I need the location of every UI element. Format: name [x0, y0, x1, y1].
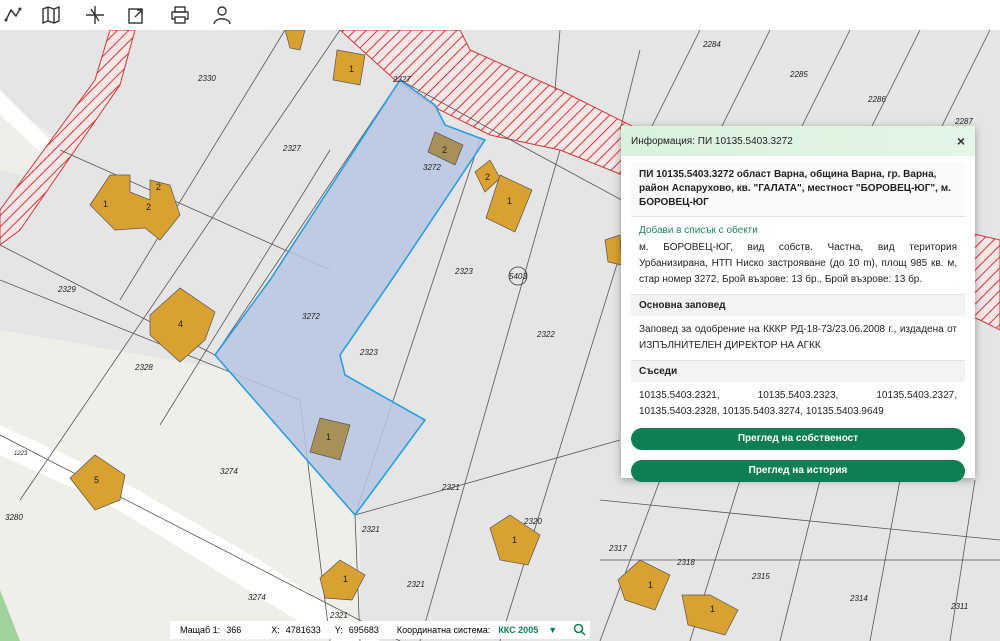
- building-number: 2: [442, 145, 447, 155]
- crs-select[interactable]: ККС 2005: [498, 625, 538, 635]
- toolbar: [0, 0, 1000, 30]
- search-icon[interactable]: [573, 623, 586, 638]
- close-icon[interactable]: ×: [957, 133, 965, 149]
- building-number: 5: [94, 475, 99, 485]
- view-history-button[interactable]: Преглед на история: [631, 460, 965, 482]
- parcel-number: 2314: [849, 594, 868, 603]
- x-label: X:: [271, 625, 280, 635]
- parcel-number: 2321: [441, 483, 460, 492]
- print-icon[interactable]: [167, 3, 193, 27]
- chevron-down-icon[interactable]: ▼: [548, 625, 557, 635]
- parcel-number: 2321: [329, 611, 348, 620]
- parcel-number: 2328: [134, 363, 153, 372]
- scale-label: Мащаб 1:: [180, 625, 221, 635]
- building-number: 1: [648, 580, 653, 590]
- parcel-number: 2286: [867, 95, 886, 104]
- building-number: 2: [156, 182, 161, 192]
- add-to-list-link[interactable]: Добави в списък с обекти: [639, 225, 957, 236]
- building-number: 1: [512, 535, 517, 545]
- x-value: 4781633: [285, 625, 321, 635]
- parcel-number: 2320: [523, 517, 542, 526]
- view-ownership-button[interactable]: Преглед на собственост: [631, 428, 965, 450]
- building-number: 1: [343, 574, 348, 584]
- measure-icon[interactable]: [0, 3, 26, 27]
- parcel-number: 2311: [950, 602, 968, 611]
- popup-title: Информация: ПИ 10135.5403.3272: [631, 135, 793, 147]
- building-number: 1: [710, 604, 715, 614]
- parcel-heading: ПИ 10135.5403.3272 област Варна, община …: [631, 162, 965, 217]
- parcel-number: 2330: [197, 74, 216, 83]
- parcel-number: 2327: [282, 144, 301, 153]
- parcel-number: 2323: [359, 348, 378, 357]
- building-number: 1: [349, 64, 354, 74]
- order-text: Заповед за одобрение на КККР РД-18-73/23…: [639, 324, 957, 351]
- parcel-number: 3280: [5, 513, 23, 522]
- building-number: 1: [103, 199, 108, 209]
- y-value: 695683: [348, 625, 379, 635]
- neighbors-text: 10135.5403.2321, 10135.5403.2323, 10135.…: [639, 390, 957, 417]
- order-section-title: Основна заповед: [631, 294, 965, 316]
- parcel-number: 1223: [14, 451, 28, 457]
- parcel-number: 2321: [361, 525, 380, 534]
- parcel-number: 2322: [536, 330, 555, 339]
- parcel-number: 2284: [702, 40, 721, 49]
- crs-label: Координатна система:: [396, 625, 491, 635]
- parcel-number: 2285: [789, 70, 808, 79]
- map-icon[interactable]: [38, 3, 64, 27]
- building-number: 2: [146, 202, 151, 212]
- block-number: 5403: [509, 272, 527, 281]
- building-number: 4: [178, 319, 183, 329]
- parcel-number: 3274: [248, 593, 266, 602]
- y-label: Y:: [334, 625, 343, 635]
- scale-value: 366: [226, 625, 242, 635]
- parcel-number: 2329: [57, 285, 76, 294]
- building-number: 2: [485, 172, 490, 182]
- parcel-number: 2287: [954, 117, 973, 126]
- parcel-number: 2323: [454, 267, 473, 276]
- parcel-number: 2317: [608, 544, 627, 553]
- parcel-number: 3272: [423, 163, 441, 172]
- popup-header: Информация: ПИ 10135.5403.3272 ×: [621, 126, 975, 156]
- parcel-number: 3274: [220, 467, 238, 476]
- status-bar: Мащаб 1: 366 X: 4781633 Y: 695683 Коорди…: [170, 621, 590, 639]
- building-number: 1: [326, 432, 331, 442]
- info-popup: Информация: ПИ 10135.5403.3272 × ПИ 1013…: [621, 126, 975, 482]
- parcel-number: 3272: [302, 312, 320, 321]
- parcel-number: 2327: [392, 75, 411, 84]
- coordinates-icon[interactable]: [82, 3, 108, 27]
- parcel-description: м. БОРОВЕЦ-ЮГ, вид собств. Частна, вид т…: [639, 242, 957, 285]
- parcel-number: 2318: [676, 558, 695, 567]
- neighbors-section-title: Съседи: [631, 360, 965, 382]
- parcel-number: 2315: [751, 572, 770, 581]
- building[interactable]: [604, 234, 623, 266]
- popup-body: ПИ 10135.5403.3272 област Варна, община …: [621, 156, 975, 488]
- building-number: 1: [507, 196, 512, 206]
- export-icon[interactable]: [123, 3, 149, 27]
- user-icon[interactable]: [209, 3, 235, 27]
- parcel-number: 2321: [406, 580, 425, 589]
